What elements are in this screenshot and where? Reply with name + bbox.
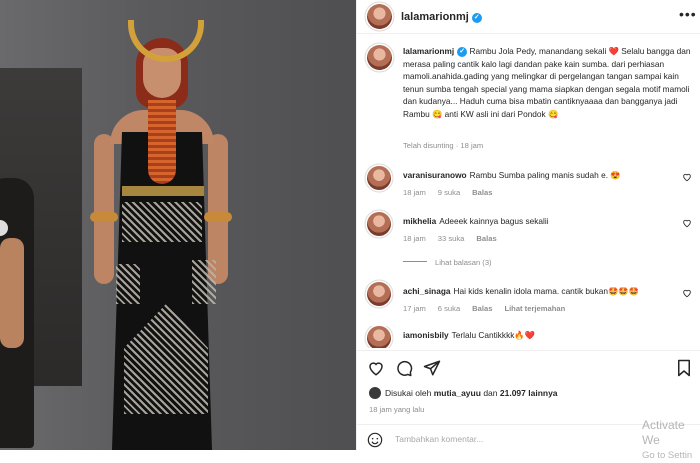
emoji-icon[interactable] — [367, 432, 383, 448]
previous-photo-preview[interactable] — [0, 68, 82, 448]
dress-motif — [192, 260, 216, 304]
bangle-left — [90, 212, 118, 222]
comment-text-line: iamonisbily Terlalu Cantikkkk🔥❤️ — [403, 330, 663, 341]
comment-text: Hai kids kenalin idola mama. cantik buka… — [453, 286, 640, 296]
reply-button[interactable]: Balas — [472, 188, 492, 197]
author-username-text[interactable]: lalamarionmj — [401, 11, 469, 23]
likes-prefix: Disukai oleh — [385, 388, 432, 398]
comment-avatar[interactable] — [367, 166, 391, 190]
comment-input[interactable] — [395, 431, 595, 447]
comment-likes[interactable]: 33 suka — [438, 234, 465, 243]
likes-count[interactable]: 21.097 — [500, 388, 526, 398]
edited-meta: Telah disunting · 18 jam — [403, 141, 484, 150]
comment-username[interactable]: iamonisbily — [403, 330, 449, 340]
likes-summary: Disukai oleh mutia_ayuu dan 21.097 lainn… — [369, 387, 558, 399]
view-replies-button[interactable]: Lihat balasan (3) — [403, 258, 492, 267]
share-icon[interactable] — [423, 359, 441, 377]
comment-item: mikhelia Adeeek kainnya bagus sekalii 18 … — [357, 212, 700, 256]
dress-motif — [116, 264, 140, 304]
comment-text: Rambu Sumba paling manis sudah e. 😍 — [469, 170, 621, 180]
verified-badge-icon: ✓ — [457, 47, 468, 57]
comment-avatar[interactable] — [367, 282, 391, 306]
likes-suffix[interactable]: lainnya — [528, 388, 557, 398]
comment-likes[interactable]: 9 suka — [438, 188, 460, 197]
heart-icon[interactable] — [682, 172, 692, 182]
caption: lalamarionmj ✓ Rambu Jola Pedy, manandang… — [403, 45, 693, 120]
caption-text: Rambu Jola Pedy, manandang sekali ❤️ Sel… — [403, 46, 691, 119]
author-username[interactable]: lalamarionmj ✓ — [401, 11, 482, 23]
heart-icon[interactable] — [367, 359, 385, 377]
reply-button[interactable]: Balas — [476, 234, 496, 243]
caption-block: lalamarionmj ✓ Rambu Jola Pedy, manandang… — [357, 33, 700, 150]
comment-text: Terlalu Cantikkkk🔥❤️ — [451, 330, 536, 340]
heart-icon[interactable] — [682, 218, 692, 228]
comment-text-line: varanisuranowo Rambu Sumba paling manis s… — [403, 170, 663, 181]
post-panel: lalamarionmj ✓ ••• lalamarionmj ✓ Rambu Jo… — [356, 0, 700, 450]
comment-avatar[interactable] — [367, 326, 391, 348]
author-avatar[interactable] — [367, 4, 392, 29]
comment-meta: 18 jam 9 suka Balas — [403, 188, 504, 197]
liker-username[interactable]: mutia_ayuu — [434, 388, 481, 398]
post-header: lalamarionmj ✓ ••• — [357, 0, 700, 34]
gold-belt — [122, 186, 204, 196]
comment-avatar[interactable] — [367, 212, 391, 236]
watermark-line1: Activate We — [642, 418, 685, 447]
comment-meta: 17 jam 6 suka Balas Lihat terjemahan — [403, 304, 577, 313]
beaded-necklace — [148, 100, 176, 184]
comment-text-line: achi_sinaga Hai kids kenalin idola mama. … — [403, 286, 663, 297]
bangle-right — [204, 212, 232, 222]
comment-text-line: mikhelia Adeeek kainnya bagus sekalii — [403, 216, 663, 226]
reply-button[interactable]: Balas — [472, 304, 492, 313]
comment-meta: 18 jam 33 suka Balas — [403, 234, 509, 243]
heart-icon[interactable] — [682, 288, 692, 298]
comment-icon[interactable] — [395, 359, 413, 377]
arm-left — [94, 134, 114, 284]
comment-item: iamonisbily Terlalu Cantikkkk🔥❤️ — [357, 326, 700, 348]
caption-username[interactable]: lalamarionmj — [403, 46, 454, 56]
comment-item: achi_sinaga Hai kids kenalin idola mama. … — [357, 282, 700, 326]
comment-text: Adeeek kainnya bagus sekalii — [439, 216, 549, 226]
more-options-icon[interactable]: ••• — [679, 6, 697, 22]
liker-avatar[interactable] — [369, 387, 381, 399]
comment-time[interactable]: 17 jam — [403, 304, 426, 313]
action-bar — [357, 350, 700, 383]
replies-divider — [403, 261, 427, 262]
model-photo — [88, 14, 248, 450]
windows-activation-watermark: Activate We Go to Settin — [642, 418, 700, 463]
comment-time[interactable]: 18 jam — [403, 188, 426, 197]
see-translation-button[interactable]: Lihat terjemahan — [504, 304, 565, 313]
post-media[interactable] — [0, 0, 356, 450]
comment-username[interactable]: varanisuranowo — [403, 170, 467, 180]
edited-time: 18 jam — [460, 141, 484, 150]
side-arm — [0, 238, 24, 348]
view-replies-label[interactable]: Lihat balasan (3) — [435, 258, 492, 267]
dress-motif — [122, 202, 202, 242]
bookmark-icon[interactable] — [675, 359, 693, 377]
watermark-line2: Go to Settin — [642, 450, 693, 461]
edited-label: Telah disunting — [403, 141, 454, 150]
comment-username[interactable]: achi_sinaga — [403, 286, 451, 296]
post-time[interactable]: 18 jam yang lalu — [369, 405, 424, 414]
comment-username[interactable]: mikhelia — [403, 216, 436, 226]
likes-middle: dan — [483, 388, 498, 398]
comment-likes[interactable]: 6 suka — [438, 304, 460, 313]
caption-avatar[interactable] — [367, 45, 392, 70]
verified-badge-icon: ✓ — [471, 13, 482, 23]
comment-item: varanisuranowo Rambu Sumba paling manis s… — [357, 166, 700, 210]
comment-time[interactable]: 18 jam — [403, 234, 426, 243]
